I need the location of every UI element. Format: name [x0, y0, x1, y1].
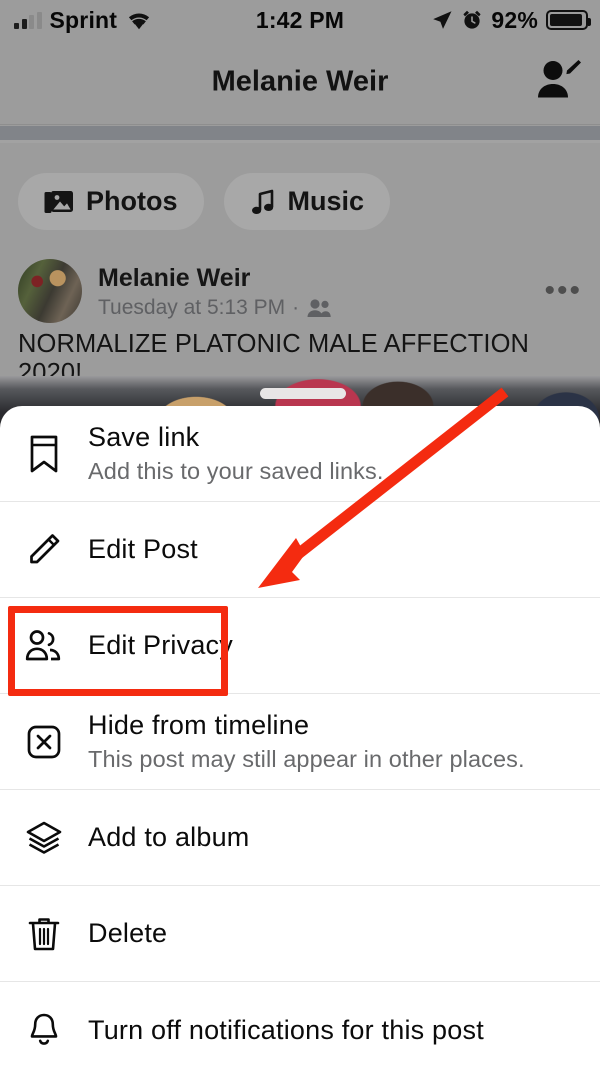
sheet-item-text: Delete [88, 918, 167, 949]
edit-profile-icon[interactable] [534, 58, 584, 107]
sheet-item-text: Save link Add this to your saved links. [88, 422, 384, 485]
sheet-item-text: Turn off notifications for this post [88, 1015, 484, 1046]
bell-icon [20, 1011, 68, 1049]
post-author-name[interactable]: Melanie Weir [98, 263, 332, 293]
post-meta-separator: · [292, 295, 300, 319]
composer-chip-label: Photos [86, 186, 178, 216]
layers-icon [20, 820, 68, 856]
post-card: Melanie Weir Tuesday at 5:13 PM · ••• NO… [0, 258, 600, 388]
photo-icon [44, 189, 74, 215]
post-more-options-icon[interactable]: ••• [544, 276, 582, 306]
people-icon [20, 629, 68, 663]
sheet-item-subtitle: Add this to your saved links. [88, 458, 384, 484]
battery-icon [546, 10, 591, 30]
sheet-item-subtitle: This post may still appear in other plac… [88, 746, 525, 772]
section-divider [0, 126, 600, 140]
sheet-item-hide-from-timeline[interactable]: Hide from timeline This post may still a… [0, 694, 600, 790]
post-byline: Melanie Weir Tuesday at 5:13 PM · [98, 263, 332, 320]
sheet-item-save-link[interactable]: Save link Add this to your saved links. [0, 406, 600, 502]
pencil-icon [20, 532, 68, 568]
status-bar: Sprint 1:42 PM 92% [0, 0, 600, 40]
sheet-item-add-to-album[interactable]: Add to album [0, 790, 600, 886]
post-timestamp-row: Tuesday at 5:13 PM · [98, 296, 332, 320]
section-divider-shadow [0, 140, 600, 143]
composer-chip-photos[interactable]: Photos [18, 173, 204, 230]
sheet-item-label: Edit Post [88, 534, 198, 564]
x-square-icon [20, 724, 68, 760]
sheet-item-label: Delete [88, 918, 168, 948]
music-note-icon [250, 188, 276, 216]
sheet-item-text: Edit Privacy [88, 630, 233, 661]
sheet-item-edit-post[interactable]: Edit Post [0, 502, 600, 598]
sheet-item-edit-privacy[interactable]: Edit Privacy [0, 598, 600, 694]
sheet-item-text: Add to album [88, 822, 250, 853]
avatar[interactable] [18, 259, 82, 323]
page-title: Melanie Weir [211, 65, 389, 98]
sheet-item-label: Add to album [88, 822, 250, 852]
nav-bar: Melanie Weir [0, 40, 600, 125]
sheet-item-text: Edit Post [88, 534, 198, 565]
bookmark-icon [20, 434, 68, 474]
alarm-clock-icon [461, 9, 483, 31]
location-arrow-icon [431, 9, 453, 31]
composer-chip-music[interactable]: Music [223, 173, 391, 230]
sheet-drag-handle[interactable] [260, 388, 346, 399]
battery-percent-label: 92% [491, 6, 538, 33]
post-timestamp[interactable]: Tuesday at 5:13 PM [98, 296, 285, 320]
status-bar-right: 92% [431, 6, 591, 34]
sheet-item-delete[interactable]: Delete [0, 886, 600, 982]
composer-shortcuts: Photos Music [18, 173, 391, 230]
sheet-item-label: Turn off notifications for this post [88, 1014, 484, 1045]
friends-audience-icon[interactable] [306, 298, 332, 318]
post-options-sheet: Save link Add this to your saved links. … [0, 406, 600, 1067]
sheet-item-turn-off-notifications[interactable]: Turn off notifications for this post [0, 982, 600, 1067]
sheet-item-label: Hide from timeline [88, 710, 310, 740]
composer-chip-label: Music [287, 186, 365, 216]
post-header: Melanie Weir Tuesday at 5:13 PM · ••• [0, 258, 600, 324]
sheet-item-text: Hide from timeline This post may still a… [88, 710, 525, 773]
trash-icon [20, 915, 68, 953]
sheet-item-label: Edit Privacy [88, 630, 233, 660]
sheet-item-label: Save link [88, 422, 200, 452]
